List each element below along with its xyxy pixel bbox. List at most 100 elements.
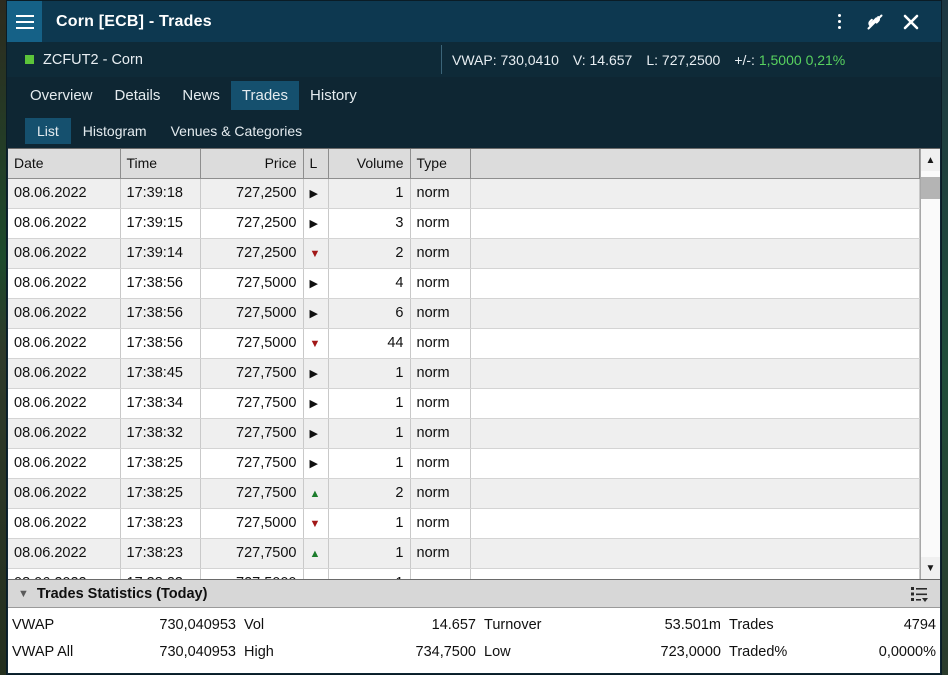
cell-type: norm <box>410 448 471 479</box>
cell-direction: ▶ <box>303 388 329 419</box>
titlebar-actions <box>823 6 941 38</box>
statistics-title: Trades Statistics (Today) <box>36 585 208 602</box>
column-header-volume[interactable]: Volume <box>328 149 411 179</box>
cell-date: 08.06.2022 <box>8 478 121 509</box>
instrument-identity[interactable]: ZCFUT2 - Corn <box>7 52 441 68</box>
table-row[interactable]: 08.06.2022 17:38:25 727,7500 ▲ 2 norm <box>8 478 920 509</box>
cell-volume: 4 <box>328 268 411 299</box>
stat-value: 4794 <box>903 616 936 633</box>
cell-volume: 1 <box>328 448 411 479</box>
cell-direction: ▼ <box>303 508 329 539</box>
column-header-price[interactable]: Price <box>200 149 304 179</box>
cell-price: 727,7500 <box>200 418 304 449</box>
column-header-date[interactable]: Date <box>8 149 121 179</box>
cell-volume: 1 <box>328 388 411 419</box>
column-header-type[interactable]: Type <box>410 149 471 179</box>
table-row[interactable]: 08.06.2022 17:39:15 727,2500 ▶ 3 norm <box>8 208 920 239</box>
scrollbar-thumb[interactable] <box>920 177 940 199</box>
trades-window: Corn [ECB] - Trades ZCFUT2 - Corn VWAP: … <box>6 0 942 675</box>
change-label: +/-: <box>734 51 755 68</box>
table-row[interactable]: 08.06.2022 17:38:34 727,7500 ▶ 1 norm <box>8 388 920 419</box>
cell-filler <box>470 568 920 579</box>
cell-time: 17:38:25 <box>120 478 201 509</box>
table-row[interactable]: 08.06.2022 17:38:56 727,5000 ▼ 44 norm <box>8 328 920 359</box>
stat-label: Turnover <box>484 616 542 633</box>
table-row[interactable]: 08.06.2022 17:38:45 727,7500 ▶ 1 norm <box>8 358 920 389</box>
stat-label: VWAP <box>12 616 55 633</box>
unlink-icon[interactable] <box>859 6 891 38</box>
cell-price: 727,7500 <box>200 358 304 389</box>
statistics-row: VWAP All 730,040953 High 734,7500 Low 723,000… <box>8 638 940 665</box>
background-app-right-sliver <box>942 0 948 675</box>
table-row[interactable]: 08.06.2022 17:39:14 727,2500 ▼ 2 norm <box>8 238 920 269</box>
table-row[interactable]: 08.06.2022 17:38:56 727,5000 ▶ 4 norm <box>8 268 920 299</box>
more-options-icon[interactable] <box>823 6 855 38</box>
table-row[interactable]: 08.06.2022 17:39:18 727,2500 ▶ 1 norm <box>8 178 920 209</box>
collapse-triangle-icon[interactable]: ▼ <box>18 588 29 600</box>
table-row[interactable]: 08.06.2022 17:38:23 727,5000 ▼ 1 norm <box>8 508 920 539</box>
cell-filler <box>470 358 920 389</box>
cell-date: 08.06.2022 <box>8 508 121 539</box>
statistics-header[interactable]: ▼ Trades Statistics (Today) <box>8 580 940 608</box>
instrument-status-indicator-icon <box>25 55 34 64</box>
cell-type: norm <box>410 238 471 269</box>
direction-flat-icon: ▶ <box>309 368 318 380</box>
cell-time: 17:38:45 <box>120 358 201 389</box>
vwap-value: 730,0410 <box>500 51 559 68</box>
cell-volume: 1 <box>328 508 411 539</box>
trades-grid: Date Time Price L Volume Type 08.06.2022… <box>8 149 920 579</box>
tab-history[interactable]: History <box>299 81 368 110</box>
list-settings-icon[interactable] <box>910 585 930 603</box>
cell-date: 08.06.2022 <box>8 388 121 419</box>
cell-filler <box>470 478 920 509</box>
direction-flat-icon: ▶ <box>309 428 318 440</box>
table-row[interactable]: 08.06.202217:38:23727,5000 1 <box>8 568 920 579</box>
statistics-row: VWAP 730,040953 Vol 14.657 Turnover 53.501m Tr… <box>8 611 940 638</box>
cell-direction: ▶ <box>303 448 329 479</box>
table-row[interactable]: 08.06.2022 17:38:56 727,5000 ▶ 6 norm <box>8 298 920 329</box>
cell-volume: 1 <box>328 418 411 449</box>
cell-direction: ▶ <box>303 268 329 299</box>
cell-filler <box>470 238 920 269</box>
subtab-venues-categories[interactable]: Venues & Categories <box>159 118 315 144</box>
trades-vertical-scrollbar[interactable]: ▲ ▼ <box>920 149 940 579</box>
subtab-histogram[interactable]: Histogram <box>71 118 159 144</box>
subtab-list[interactable]: List <box>25 118 71 144</box>
tab-trades[interactable]: Trades <box>230 81 300 110</box>
table-row[interactable]: 08.06.2022 17:38:23 727,7500 ▲ 1 norm <box>8 538 920 569</box>
window-titlebar: Corn [ECB] - Trades <box>7 1 941 42</box>
trades-table-container: Date Time Price L Volume Type 08.06.2022… <box>8 148 940 579</box>
cell-price: 727,7500 <box>200 448 304 479</box>
scrollbar-track[interactable] <box>920 171 940 557</box>
cell-filler <box>470 328 920 359</box>
scroll-down-arrow-icon[interactable]: ▼ <box>920 557 940 579</box>
volume-value: 14.657 <box>589 51 633 68</box>
cell-filler <box>470 538 920 569</box>
cell-type: norm <box>410 268 471 299</box>
table-row[interactable]: 08.06.2022 17:38:25 727,7500 ▶ 1 norm <box>8 448 920 479</box>
cell-volume: 3 <box>328 208 411 239</box>
tab-overview[interactable]: Overview <box>19 81 104 110</box>
tab-news[interactable]: News <box>171 81 231 110</box>
cell-time: 17:38:23 <box>120 568 201 579</box>
trades-table-body: 08.06.2022 17:39:18 727,2500 ▶ 1 norm 08.06.20… <box>8 178 920 579</box>
cell-price: 727,2500 <box>200 178 304 209</box>
cell-price: 727,2500 <box>200 238 304 269</box>
close-icon[interactable] <box>895 6 927 38</box>
scroll-up-arrow-icon[interactable]: ▲ <box>920 149 940 171</box>
hamburger-menu-icon[interactable] <box>7 1 42 42</box>
cell-type: norm <box>410 538 471 569</box>
cell-date: 08.06.2022 <box>8 298 121 329</box>
statistics-table-body: VWAP 730,040953 Vol 14.657 Turnover 53.501m Tr… <box>8 611 940 665</box>
tab-details[interactable]: Details <box>104 81 172 110</box>
direction-down-icon: ▼ <box>309 338 321 350</box>
instrument-header: ZCFUT2 - Corn VWAP: 730,0410 V: 14.657 L… <box>7 42 941 77</box>
cell-price: 727,5000 <box>200 328 304 359</box>
direction-flat-icon: ▶ <box>309 188 318 200</box>
column-header-l[interactable]: L <box>303 149 329 179</box>
table-row[interactable]: 08.06.2022 17:38:32 727,7500 ▶ 1 norm <box>8 418 920 449</box>
cell-date: 08.06.2022 <box>8 538 121 569</box>
cell-date: 08.06.2022 <box>8 328 121 359</box>
cell-direction: ▼ <box>303 328 329 359</box>
column-header-time[interactable]: Time <box>120 149 201 179</box>
